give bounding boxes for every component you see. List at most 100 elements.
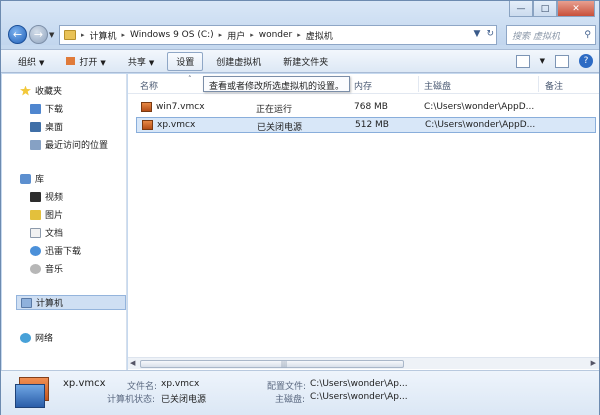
nav-videos[interactable]: 视频 [30, 190, 63, 203]
vm-file-icon [142, 120, 153, 130]
nav-libraries[interactable]: 库 [20, 172, 44, 185]
nav-thunder[interactable]: 迅雷下载 [30, 244, 81, 257]
details-filename-label: 文件名: [127, 382, 158, 392]
row-disk: C:\Users\wonder\AppD... [424, 102, 535, 112]
details-state: 已关闭电源 [161, 395, 207, 405]
details-pane: xp.vmcx 文件名: xp.vmcx 计算机状态: 已关闭电源 配置文件: … [1, 370, 599, 415]
row-status: 正在运行 [256, 105, 293, 115]
sort-indicator-icon: ˄ [188, 75, 192, 83]
nav-label: 视频 [45, 193, 64, 203]
download-folder-icon [30, 103, 41, 114]
star-icon [20, 85, 31, 96]
nav-label: 最近访问的位置 [45, 141, 109, 151]
nav-label: 迅雷下载 [45, 247, 82, 257]
open-label: 打开 [79, 57, 98, 68]
picture-icon [30, 209, 41, 220]
nav-favorites[interactable]: 收藏夹 [20, 84, 62, 97]
details-config-label: 配置文件: [267, 382, 307, 392]
chevron-down-icon: ▼ [148, 58, 155, 67]
preview-pane-icon[interactable] [555, 54, 569, 68]
row-memory: 768 MB [354, 102, 388, 112]
breadcrumb-separator-icon[interactable]: ▸ [122, 31, 126, 39]
nav-downloads[interactable]: 下载 [30, 102, 63, 115]
nav-documents[interactable]: 文档 [30, 226, 63, 239]
minimize-button[interactable]: — [509, 1, 533, 17]
address-dropdown-icon[interactable]: ▼ [474, 29, 481, 39]
column-notes[interactable]: 备注 [545, 79, 563, 92]
nav-music[interactable]: 音乐 [30, 262, 63, 275]
nav-desktop[interactable]: 桌面 [30, 120, 63, 133]
nav-label: 收藏夹 [35, 87, 63, 97]
address-bar[interactable]: ▸ 计算机 ▸ Windows 9 OS (C:) ▸ 用户 ▸ wonder … [59, 25, 497, 45]
vm-open-icon [66, 56, 76, 65]
file-list: 名称 ˄ 内存 主磁盘 备注 查看或者修改所选虚拟机的设置。 win7.vmcx… [128, 74, 599, 370]
help-icon[interactable]: ? [579, 54, 593, 68]
details-config: C:\Users\wonder\Ap... [310, 379, 408, 389]
row-disk: C:\Users\wonder\AppD... [425, 120, 536, 130]
column-divider[interactable] [538, 76, 539, 92]
open-button[interactable]: 打开 ▼ [57, 52, 114, 71]
nav-network[interactable]: 网络 [20, 331, 53, 344]
view-options-icon[interactable] [515, 54, 530, 68]
grip-icon: ||| [281, 361, 288, 368]
recent-pages-dropdown[interactable]: ▼ [49, 31, 54, 39]
settings-tooltip: 查看或者修改所选虚拟机的设置。 [203, 76, 351, 92]
breadcrumb-vms[interactable]: 虚拟机 [306, 29, 333, 42]
search-icon[interactable]: ⚲ [584, 30, 591, 40]
back-arrow-icon: ← [12, 28, 23, 41]
command-bar: 组织 ▼ 打开 ▼ 共享 ▼ 设置 创建虚拟机 新建文件夹 ▼ ? [1, 49, 599, 73]
breadcrumb-separator-icon[interactable]: ▸ [81, 31, 85, 39]
column-memory[interactable]: 内存 [354, 79, 372, 92]
back-button[interactable]: ← [8, 25, 27, 44]
close-button[interactable]: ✕ [557, 1, 595, 17]
nav-recent[interactable]: 最近访问的位置 [30, 138, 108, 151]
forward-button[interactable]: → [29, 25, 48, 44]
window-controls: — □ ✕ [509, 1, 595, 17]
details-disk: C:\Users\wonder\Ap... [310, 392, 408, 402]
breadcrumb-separator-icon[interactable]: ▸ [219, 31, 223, 39]
desktop-icon [30, 121, 41, 132]
nav-label: 下载 [45, 105, 64, 115]
column-divider[interactable] [418, 76, 419, 92]
nav-label: 图片 [45, 211, 64, 221]
nav-label: 计算机 [36, 299, 64, 309]
column-header: 名称 ˄ 内存 主磁盘 备注 [128, 74, 599, 94]
search-placeholder: 搜索 虚拟机 [512, 31, 560, 42]
title-bar: — □ ✕ ← → ▼ ▸ 计算机 ▸ Windows 9 OS (C:) ▸ … [1, 1, 599, 45]
details-filename: xp.vmcx [161, 379, 200, 389]
table-row[interactable]: win7.vmcx 正在运行 768 MB C:\Users\wonder\Ap… [136, 100, 596, 116]
breadcrumb-users[interactable]: 用户 [227, 29, 245, 42]
search-box[interactable]: 搜索 虚拟机 ⚲ [506, 25, 596, 45]
scroll-left-icon[interactable]: ◀ [130, 359, 135, 367]
breadcrumb-computer[interactable]: 计算机 [90, 29, 117, 42]
music-icon [30, 263, 41, 274]
column-name[interactable]: 名称 [140, 79, 158, 92]
nav-label: 桌面 [45, 123, 64, 133]
scroll-right-icon[interactable]: ▶ [591, 359, 596, 367]
recent-places-icon [30, 139, 41, 150]
nav-pictures[interactable]: 图片 [30, 208, 63, 221]
nav-label: 网络 [35, 334, 54, 344]
organize-label: 组织 [18, 57, 37, 68]
create-vm-button[interactable]: 创建虚拟机 [207, 52, 270, 71]
breadcrumb-wonder[interactable]: wonder [259, 30, 293, 40]
new-folder-button[interactable]: 新建文件夹 [274, 52, 337, 71]
column-disk[interactable]: 主磁盘 [424, 79, 451, 92]
breadcrumb-separator-icon[interactable]: ▸ [250, 31, 254, 39]
forward-arrow-icon: → [33, 28, 44, 41]
nav-label: 文档 [45, 229, 64, 239]
refresh-icon[interactable]: ↻ [486, 29, 494, 39]
settings-button[interactable]: 设置 [167, 51, 204, 71]
folder-icon [64, 30, 76, 40]
nav-computer[interactable]: 计算机 [16, 295, 126, 310]
breadcrumb-drive[interactable]: Windows 9 OS (C:) [130, 30, 214, 40]
chevron-down-icon[interactable]: ▼ [540, 57, 545, 65]
horizontal-scrollbar[interactable]: ◀ ||| ▶ [128, 357, 599, 369]
breadcrumb-separator-icon[interactable]: ▸ [297, 31, 301, 39]
document-icon [30, 227, 41, 238]
organize-button[interactable]: 组织 ▼ [9, 52, 53, 71]
share-button[interactable]: 共享 ▼ [119, 52, 163, 71]
table-row[interactable]: xp.vmcx 已关闭电源 512 MB C:\Users\wonder\App… [136, 117, 596, 133]
maximize-button[interactable]: □ [533, 1, 557, 17]
scrollbar-thumb[interactable]: ||| [140, 360, 404, 368]
